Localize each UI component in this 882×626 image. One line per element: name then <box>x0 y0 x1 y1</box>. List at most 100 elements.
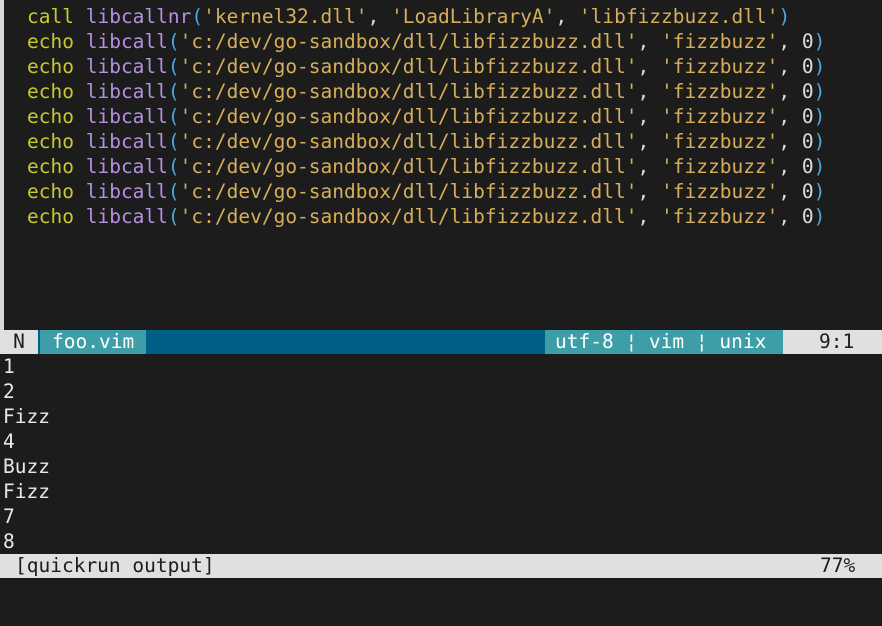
close-paren: ) <box>813 155 826 178</box>
scroll-percent: 77% <box>820 554 856 577</box>
argument: 0 <box>801 30 814 53</box>
comma: , <box>778 155 802 178</box>
statusline: N foo.vim utf-8 ¦ vim ¦ unix 9:1 <box>0 330 882 354</box>
keyword: echo <box>27 180 74 203</box>
mode-indicator: N <box>0 330 38 354</box>
argument: 0 <box>801 130 814 153</box>
function-name: libcall <box>85 30 168 53</box>
comma: , <box>637 105 662 128</box>
comma: , <box>778 30 802 53</box>
open-paren: ( <box>167 205 180 228</box>
argument: 'fizzbuzz' <box>661 180 779 203</box>
code-line[interactable]: echo libcall('c:/dev/go-sandbox/dll/libf… <box>27 54 825 79</box>
argument: 'c:/dev/go-sandbox/dll/libfizzbuzz.dll' <box>179 30 638 53</box>
function-name: libcall <box>85 55 168 78</box>
argument: 'c:/dev/go-sandbox/dll/libfizzbuzz.dll' <box>179 55 638 78</box>
function-name: libcall <box>85 155 168 178</box>
close-paren: ) <box>813 80 826 103</box>
function-name: libcall <box>85 105 168 128</box>
comma: , <box>778 180 802 203</box>
comma: , <box>637 80 662 103</box>
comma: , <box>637 155 662 178</box>
close-paren: ) <box>813 55 826 78</box>
argument: 'LoadLibraryA' <box>391 5 556 28</box>
code-line[interactable]: echo libcall('c:/dev/go-sandbox/dll/libf… <box>27 104 825 129</box>
close-paren: ) <box>813 180 826 203</box>
argument: 'c:/dev/go-sandbox/dll/libfizzbuzz.dll' <box>179 80 638 103</box>
argument: 0 <box>801 205 814 228</box>
function-name: libcall <box>85 130 168 153</box>
open-paren: ( <box>167 80 180 103</box>
argument: 'libfizzbuzz.dll' <box>578 5 779 28</box>
comma: , <box>778 105 802 128</box>
argument: 'fizzbuzz' <box>661 130 779 153</box>
comma: , <box>637 205 662 228</box>
open-paren: ( <box>167 55 180 78</box>
argument: 'fizzbuzz' <box>661 105 779 128</box>
comma: , <box>778 130 802 153</box>
argument: 'fizzbuzz' <box>661 55 779 78</box>
keyword: echo <box>27 55 74 78</box>
argument: 'fizzbuzz' <box>661 80 779 103</box>
function-name: libcallnr <box>85 5 192 28</box>
close-paren: ) <box>813 205 826 228</box>
argument: 'c:/dev/go-sandbox/dll/libfizzbuzz.dll' <box>179 155 638 178</box>
output-line: 2 <box>3 380 15 403</box>
keyword: call <box>27 5 74 28</box>
comma: , <box>778 205 802 228</box>
function-name: libcall <box>85 80 168 103</box>
code-line[interactable]: echo libcall('c:/dev/go-sandbox/dll/libf… <box>27 179 825 204</box>
output-line: 1 <box>3 355 15 378</box>
code-line[interactable]: call libcallnr('kernel32.dll', 'LoadLibr… <box>27 4 790 29</box>
comma: , <box>555 5 579 28</box>
cursor-position: 9:1 <box>783 330 882 354</box>
function-name: libcall <box>85 180 168 203</box>
argument: 'fizzbuzz' <box>661 30 779 53</box>
close-paren: ) <box>813 30 826 53</box>
keyword: echo <box>27 80 74 103</box>
argument: 'fizzbuzz' <box>661 155 779 178</box>
keyword: echo <box>27 130 74 153</box>
argument: 'kernel32.dll' <box>203 5 368 28</box>
close-paren: ) <box>778 5 791 28</box>
code-line[interactable]: echo libcall('c:/dev/go-sandbox/dll/libf… <box>27 129 825 154</box>
argument: 0 <box>801 55 814 78</box>
comma: , <box>637 55 662 78</box>
filename-label: foo.vim <box>40 330 146 354</box>
output-line: Fizz <box>3 480 50 503</box>
code-line[interactable]: echo libcall('c:/dev/go-sandbox/dll/libf… <box>27 204 825 229</box>
code-line[interactable]: echo libcall('c:/dev/go-sandbox/dll/libf… <box>27 154 825 179</box>
open-paren: ( <box>167 105 180 128</box>
comma: , <box>778 55 802 78</box>
output-statusline: [quickrun output] 77% <box>0 554 882 578</box>
argument: 0 <box>801 105 814 128</box>
argument: 0 <box>801 80 814 103</box>
output-buffer-name: [quickrun output] <box>15 554 215 577</box>
keyword: echo <box>27 205 74 228</box>
argument: 0 <box>801 180 814 203</box>
code-line[interactable]: echo libcall('c:/dev/go-sandbox/dll/libf… <box>27 79 825 104</box>
argument: 'c:/dev/go-sandbox/dll/libfizzbuzz.dll' <box>179 205 638 228</box>
argument: 'fizzbuzz' <box>661 205 779 228</box>
open-paren: ( <box>167 155 180 178</box>
open-paren: ( <box>167 30 180 53</box>
comma: , <box>367 5 391 28</box>
quickrun-output-pane[interactable]: 1 2 Fizz 4 Buzz Fizz 7 8 <box>0 354 882 554</box>
close-paren: ) <box>813 130 826 153</box>
code-line[interactable]: echo libcall('c:/dev/go-sandbox/dll/libf… <box>27 29 825 54</box>
argument: 0 <box>801 155 814 178</box>
open-paren: ( <box>167 130 180 153</box>
comma: , <box>637 180 662 203</box>
keyword: echo <box>27 155 74 178</box>
open-paren: ( <box>191 5 204 28</box>
output-line: Buzz <box>3 455 50 478</box>
